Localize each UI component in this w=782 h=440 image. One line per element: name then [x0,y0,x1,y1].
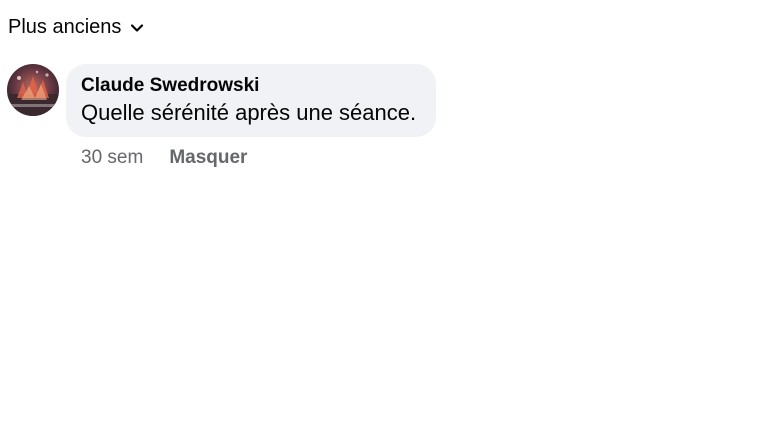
comment-actions: 30 sem Masquer [66,147,436,169]
comment-author[interactable]: Claude Swedrowski [81,74,416,97]
hide-button[interactable]: Masquer [169,147,247,169]
chevron-down-icon [129,20,145,36]
sort-dropdown[interactable]: Plus anciens [8,14,145,40]
comment-timestamp[interactable]: 30 sem [81,147,143,169]
avatar[interactable] [7,64,59,116]
comment: Claude Swedrowski Quelle sérénité après … [7,64,437,169]
comments-panel: Plus anciens Claude Swedrowski Quelle sé… [0,0,782,440]
sort-label: Plus anciens [8,16,122,38]
comment-text: Quelle sérénité après une séance. [81,100,417,125]
comment-bubble: Claude Swedrowski Quelle sérénité après … [66,64,437,137]
